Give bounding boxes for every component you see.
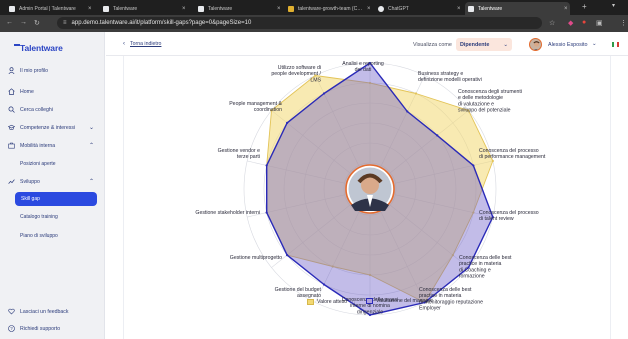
- data-point: [436, 134, 439, 137]
- data-point: [286, 121, 289, 125]
- legend-item-expected[interactable]: Valore atteso ⓘ: [307, 298, 355, 305]
- info-icon[interactable]: ⓘ: [350, 298, 355, 305]
- data-point: [406, 110, 409, 113]
- data-point: [286, 253, 289, 257]
- legend-item-manager[interactable]: Valutazione del manager: [366, 298, 433, 304]
- axis-label: Conoscenza delle best practice in materia…: [459, 255, 512, 280]
- axis-label: Conoscenza degli strumenti e delle metodo…: [458, 89, 522, 114]
- axis-label: Conoscenza del processo di performance ma…: [479, 148, 546, 160]
- radar-chart: Analisi e reporting dei dati Business stra…: [195, 61, 546, 317]
- axis-label: Analisi e reporting dei dati: [342, 61, 384, 73]
- legend-swatch: [366, 298, 373, 304]
- data-point: [265, 164, 268, 167]
- axis-label: Gestione multiprogetto: [230, 255, 282, 261]
- chart-legend: Valore atteso ⓘ Valutazione del manager: [0, 298, 628, 308]
- legend-swatch: [307, 298, 314, 305]
- data-point: [472, 164, 475, 167]
- data-point: [414, 92, 418, 95]
- axis-label: Gestione vendor e terze parti: [218, 148, 261, 160]
- axis-label: People management & coordination: [229, 101, 282, 113]
- data-point: [322, 283, 326, 286]
- axis-label: Conoscenza del processo di talent review: [479, 210, 539, 222]
- axis-label: Business strategy e definizione modelli o…: [418, 71, 482, 83]
- axis-label: Utilizzo software di people development /…: [271, 65, 321, 83]
- data-point: [322, 92, 326, 95]
- axis-label: Gestione stakeholder interni: [195, 210, 260, 216]
- data-point: [265, 211, 268, 214]
